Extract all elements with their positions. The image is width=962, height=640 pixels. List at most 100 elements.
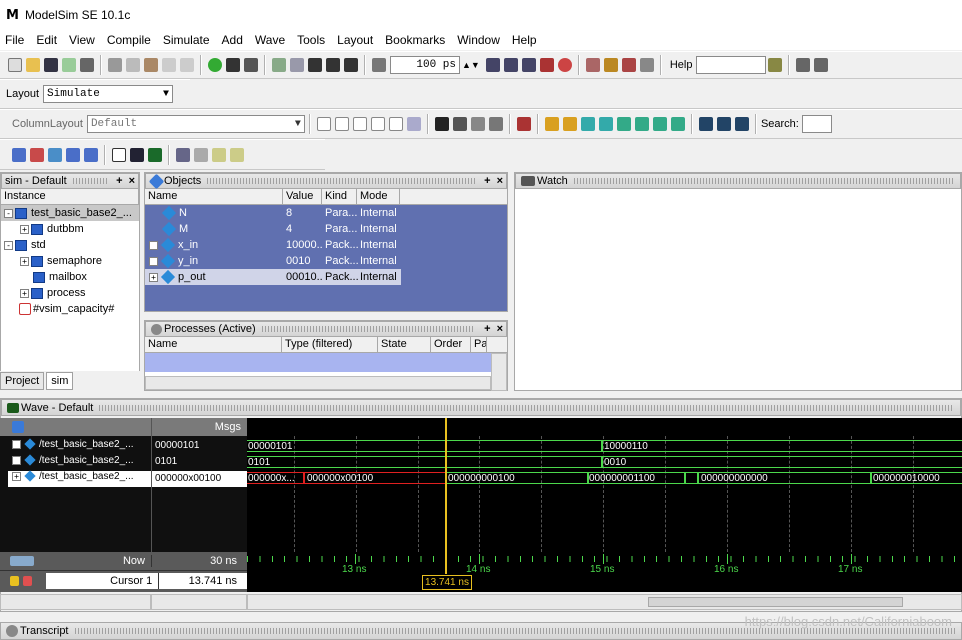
pane-close-icon[interactable]: × — [497, 323, 503, 335]
tree-item[interactable]: - test_basic_base2_... — [1, 205, 139, 221]
wave-edge-icon[interactable] — [212, 147, 226, 162]
processes-horizontal-scrollbar[interactable] — [145, 376, 491, 390]
tree-item[interactable]: + dutbbm — [1, 221, 139, 237]
grid-icon[interactable] — [814, 58, 829, 72]
cut-icon[interactable] — [108, 58, 122, 72]
lock-icon[interactable] — [10, 576, 20, 586]
zoom-fit-icon[interactable] — [488, 117, 503, 131]
expand-icon[interactable]: + — [12, 455, 21, 465]
wave-names-scrollbar[interactable] — [0, 594, 151, 610]
pane-close-icon[interactable]: × — [129, 175, 135, 187]
output-port-icon[interactable] — [334, 117, 349, 131]
tree-item[interactable]: + semaphore — [1, 253, 139, 269]
format-icon[interactable] — [244, 58, 258, 72]
prev-transition-icon[interactable] — [652, 117, 667, 131]
step-out-icon[interactable] — [621, 58, 636, 72]
continue-run-icon[interactable] — [503, 58, 518, 72]
time-ruler[interactable]: 13 ns 14 ns 15 ns 16 ns 17 ns 13.741 ns — [247, 552, 962, 592]
menu-window[interactable]: Window — [456, 33, 501, 47]
expand-icon[interactable]: + — [149, 256, 158, 266]
edge-prev-icon[interactable] — [544, 117, 559, 131]
up-arrow-icon[interactable] — [308, 58, 322, 72]
column-name[interactable]: Name — [145, 337, 282, 352]
menu-bookmarks[interactable]: Bookmarks — [384, 33, 446, 47]
find-icon[interactable] — [226, 58, 240, 72]
tree-item[interactable]: + process — [1, 285, 139, 301]
collapse-icon[interactable]: - — [4, 240, 13, 250]
cursor-time-flag[interactable]: 13.741 ns — [422, 575, 472, 590]
restart-icon[interactable] — [372, 58, 386, 72]
edge-next-icon[interactable] — [562, 117, 577, 131]
wave-cursor-tool-icon[interactable] — [12, 421, 24, 433]
expand-icon[interactable]: + — [20, 224, 29, 234]
expand-icon[interactable]: + — [149, 272, 158, 282]
paste-icon[interactable] — [144, 58, 158, 72]
step-icon[interactable] — [585, 58, 600, 72]
compile-icon[interactable] — [208, 58, 222, 72]
chevron-down-icon[interactable]: ▼ — [295, 119, 301, 130]
add-wave-icon[interactable] — [12, 147, 26, 162]
pencil-icon[interactable] — [23, 576, 33, 586]
hand-icon[interactable] — [639, 58, 654, 72]
wave-height-icon[interactable] — [176, 147, 190, 162]
rising-edge-icon[interactable] — [598, 117, 613, 131]
forward-arrow-icon[interactable] — [344, 58, 358, 72]
stop-icon[interactable] — [557, 58, 572, 72]
expand-icon[interactable]: + — [149, 240, 158, 250]
column-order[interactable]: Order — [431, 337, 471, 352]
tab-project[interactable]: Project — [0, 372, 45, 390]
pane-undock-icon[interactable]: + — [484, 175, 490, 187]
cursor-line[interactable] — [445, 418, 447, 552]
find-edge-icon[interactable] — [616, 117, 631, 131]
find-transition-icon[interactable] — [634, 117, 649, 131]
dataflow-icon[interactable] — [290, 58, 304, 72]
menu-tools[interactable]: Tools — [296, 33, 326, 47]
collapse-icon[interactable]: - — [4, 208, 13, 218]
column-mode[interactable]: Mode — [357, 189, 400, 204]
falling-edge-icon[interactable] — [580, 117, 595, 131]
break-icon[interactable] — [539, 58, 554, 72]
clear-filter-icon[interactable] — [406, 117, 421, 131]
copy-icon[interactable] — [126, 58, 140, 72]
wave-time-scrollbar[interactable] — [247, 594, 962, 610]
print-icon[interactable] — [80, 58, 94, 72]
scrollbar-thumb[interactable] — [648, 597, 903, 607]
expand-icon[interactable]: + — [20, 256, 29, 266]
wave-signal-row[interactable]: + /test_basic_base2_... — [12, 454, 134, 467]
pane-close-icon[interactable]: × — [497, 175, 503, 187]
column-instance[interactable]: Instance — [1, 189, 139, 204]
column-parent[interactable]: Par — [471, 337, 487, 352]
internal-signal-icon[interactable] — [370, 117, 385, 131]
add-log-icon[interactable] — [48, 147, 62, 162]
tab-sim[interactable]: sim — [46, 372, 74, 390]
wave-format-literal-icon[interactable] — [112, 147, 126, 162]
save-icon[interactable] — [44, 58, 58, 72]
add-dataflow-icon[interactable] — [66, 147, 80, 162]
wave-edge2-icon[interactable] — [230, 147, 244, 162]
layout-select[interactable]: Simulate ▼ — [43, 85, 174, 103]
settings-icon[interactable] — [796, 58, 811, 72]
column-type[interactable]: Type (filtered) — [282, 337, 378, 352]
column-state[interactable]: State — [378, 337, 431, 352]
menu-compile[interactable]: Compile — [106, 33, 152, 47]
column-kind[interactable]: Kind — [322, 189, 357, 204]
cursor-label[interactable]: Cursor 1 — [46, 573, 159, 589]
expand-icon[interactable]: + — [20, 288, 29, 298]
add-list-icon[interactable] — [30, 147, 44, 162]
run-all-icon[interactable] — [521, 58, 536, 72]
wave-signal-row[interactable]: + /test_basic_base2_... — [12, 438, 134, 451]
column-name[interactable]: Name — [145, 189, 283, 204]
object-row[interactable]: + y_in 0010 Pack... Internal — [145, 253, 507, 269]
cursor-line[interactable] — [445, 552, 447, 574]
expand-icon[interactable]: + — [12, 439, 21, 449]
tree-item[interactable]: - std — [1, 237, 139, 253]
reload-icon[interactable] — [62, 58, 76, 72]
pane-drag-handle[interactable] — [261, 326, 476, 332]
processes-vertical-scrollbar[interactable] — [491, 353, 507, 391]
inout-port-icon[interactable] — [352, 117, 367, 131]
select-pointer-icon[interactable] — [434, 117, 449, 131]
pane-undock-icon[interactable]: + — [116, 175, 122, 187]
insert-cursor-icon[interactable] — [516, 117, 531, 131]
pane-undock-icon[interactable]: + — [484, 323, 490, 335]
column-layout-select[interactable]: Default ▼ — [86, 115, 305, 133]
